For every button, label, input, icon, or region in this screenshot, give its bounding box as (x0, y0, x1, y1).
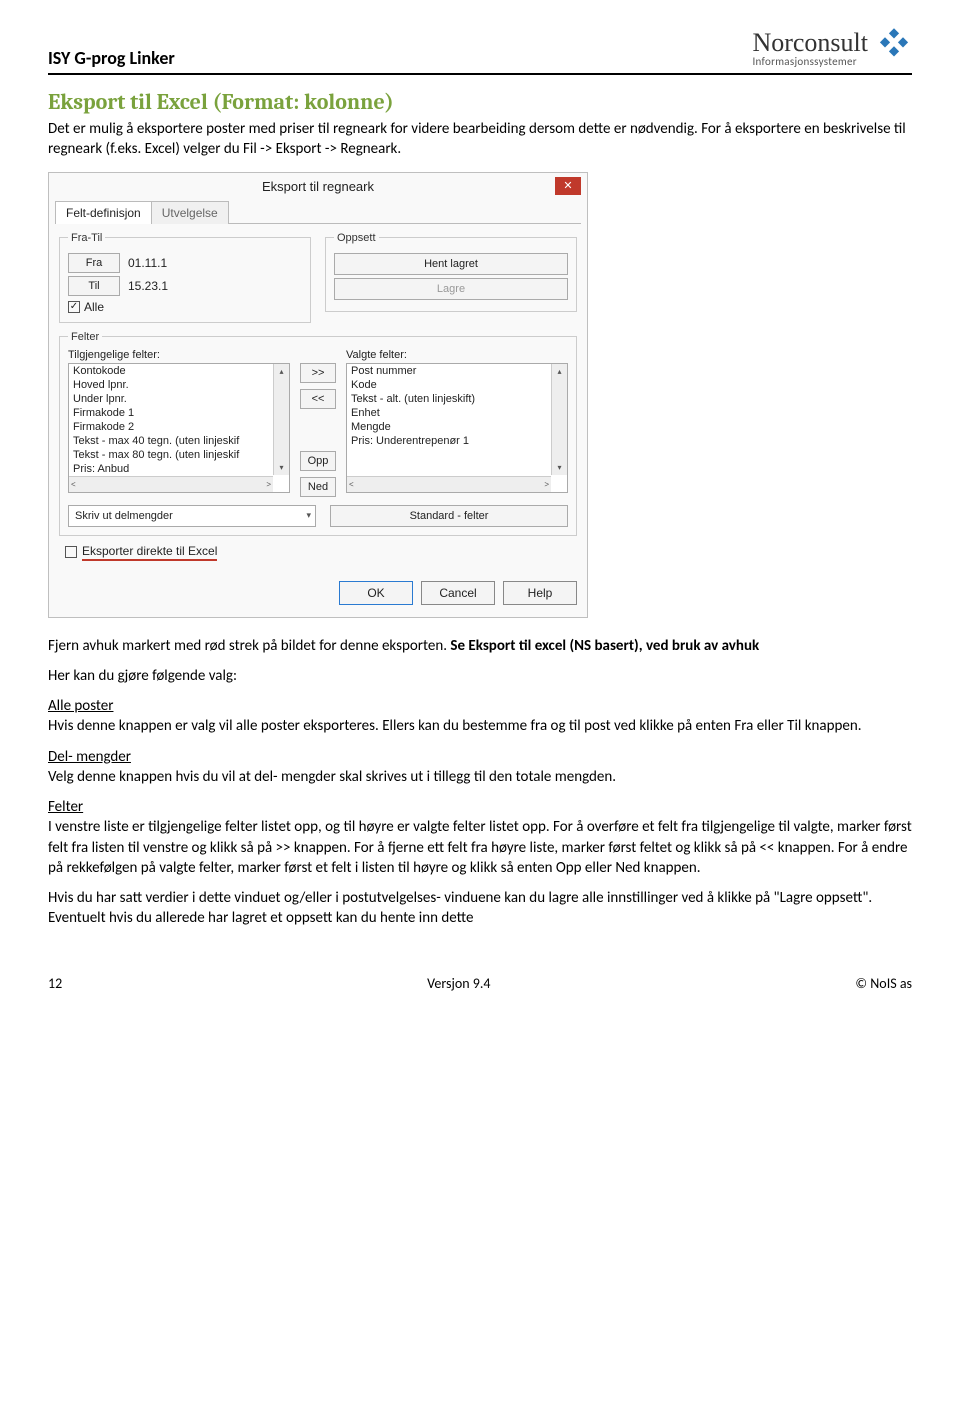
list-item[interactable]: Tekst - max 80 tegn. (uten linjeskif (69, 448, 289, 462)
list-item[interactable]: Tekst - alt. (uten linjeskift) (347, 392, 567, 406)
cancel-button[interactable]: Cancel (421, 581, 495, 605)
til-value: 15.23.1 (128, 279, 168, 293)
tab-utvelgelse[interactable]: Utvelgelse (151, 201, 229, 224)
del-mengder-section: Del- mengder Velg denne knappen hvis du … (48, 747, 912, 788)
add-button[interactable]: >> (300, 363, 336, 383)
felter-body: I venstre liste er tilgjengelige felter … (48, 818, 912, 877)
up-button[interactable]: Opp (300, 451, 336, 471)
list-item[interactable]: Firmakode 2 (69, 420, 289, 434)
alle-poster-section: Alle poster Hvis denne knappen er valg v… (48, 696, 912, 737)
export-excel-label: Eksporter direkte til Excel (82, 544, 217, 561)
scrollbar-h-icon[interactable]: <> (347, 476, 551, 492)
logo-text-sub: Informasjonssystemer (752, 56, 856, 67)
felter-heading: Felter (48, 798, 83, 816)
intro-paragraph: Det er mulig å eksportere poster med pri… (48, 119, 912, 160)
tab-felt-definisjon[interactable]: Felt-definisjon (55, 201, 152, 224)
company-logo: Norconsult Informasjonssystemer (752, 28, 912, 69)
selected-label: Valgte felter: (346, 349, 568, 361)
scrollbar-v-icon[interactable]: ▴▾ (273, 364, 289, 475)
available-label: Tilgjengelige felter: (68, 349, 290, 361)
list-item[interactable]: Kode (347, 378, 567, 392)
page-title: Eksport til Excel (Format: kolonne) (48, 89, 912, 115)
list-item[interactable]: Hoved lpnr. (69, 378, 289, 392)
combo-label: Skriv ut delmengder (75, 510, 173, 522)
page-header: ISY G-prog Linker Norconsult Informasjon… (48, 28, 912, 75)
list-item[interactable]: Pris: Underentrepenør 1 (347, 434, 567, 448)
alle-checkbox[interactable]: ✓ (68, 301, 80, 313)
felter-legend: Felter (68, 331, 102, 343)
delmengder-combo[interactable]: Skriv ut delmengder ▾ (68, 505, 316, 527)
post-dialog-bold: Se Eksport til excel (NS basert), ved br… (450, 637, 759, 655)
del-mengder-body: Velg denne knappen hvis du vil at del- m… (48, 768, 616, 786)
version-label: Versjon 9.4 (427, 975, 490, 992)
help-button[interactable]: Help (503, 581, 577, 605)
dialog-screenshot: Eksport til regneark ✕ Felt-definisjon U… (48, 172, 912, 618)
list-item[interactable]: Post nummer (347, 364, 567, 378)
page-number: 12 (48, 975, 62, 992)
list-item[interactable]: Under lpnr. (69, 392, 289, 406)
choices-intro: Her kan du gjøre følgende valg: (48, 666, 912, 686)
scrollbar-h-icon[interactable]: <> (69, 476, 273, 492)
dialog-title: Eksport til regneark (262, 179, 374, 194)
lagre-paragraph: Hvis du har satt verdier i dette vinduet… (48, 888, 912, 929)
alle-poster-heading: Alle poster (48, 697, 113, 715)
available-listbox[interactable]: KontokodeHoved lpnr.Under lpnr.Firmakode… (68, 363, 290, 493)
felter-section: Felter I venstre liste er tilgjengelige … (48, 797, 912, 878)
remove-button[interactable]: << (300, 389, 336, 409)
export-excel-checkbox[interactable] (65, 546, 77, 558)
close-icon[interactable]: ✕ (555, 177, 581, 195)
list-item[interactable]: Kontokode (69, 364, 289, 378)
fra-button[interactable]: Fra (68, 253, 120, 273)
page-footer: 12 Versjon 9.4 © NoIS as (48, 975, 912, 992)
copyright: © NoIS as (855, 975, 912, 992)
product-name: ISY G-prog Linker (48, 47, 175, 69)
chevron-down-icon: ▾ (306, 510, 311, 521)
hent-lagret-button[interactable]: Hent lagret (334, 253, 568, 275)
selected-listbox[interactable]: Post nummerKodeTekst - alt. (uten linjes… (346, 363, 568, 493)
lagre-button[interactable]: Lagre (334, 278, 568, 300)
ok-button[interactable]: OK (339, 581, 413, 605)
logo-text-main: Norconsult (752, 30, 868, 56)
logo-diamond-icon (876, 28, 912, 69)
list-item[interactable]: Tekst - max 40 tegn. (uten linjeskif (69, 434, 289, 448)
list-item[interactable]: Enhet (347, 406, 567, 420)
list-item[interactable]: Firmakode 1 (69, 406, 289, 420)
alle-poster-body: Hvis denne knappen er valg vil alle post… (48, 717, 862, 735)
list-item[interactable]: Pris: Anbud (69, 462, 289, 476)
oppsett-legend: Oppsett (334, 232, 379, 244)
fra-value: 01.11.1 (128, 256, 167, 270)
post-dialog-text: Fjern avhuk markert med rød strek på bil… (48, 637, 450, 655)
down-button[interactable]: Ned (300, 477, 336, 497)
del-mengder-heading: Del- mengder (48, 748, 131, 766)
standard-felter-button[interactable]: Standard - felter (330, 505, 568, 527)
scrollbar-v-icon[interactable]: ▴▾ (551, 364, 567, 475)
fratil-legend: Fra-Til (68, 232, 105, 244)
post-dialog-paragraph: Fjern avhuk markert med rød strek på bil… (48, 636, 912, 656)
list-item[interactable]: Mengde (347, 420, 567, 434)
alle-label: Alle (84, 300, 104, 314)
til-button[interactable]: Til (68, 276, 120, 296)
